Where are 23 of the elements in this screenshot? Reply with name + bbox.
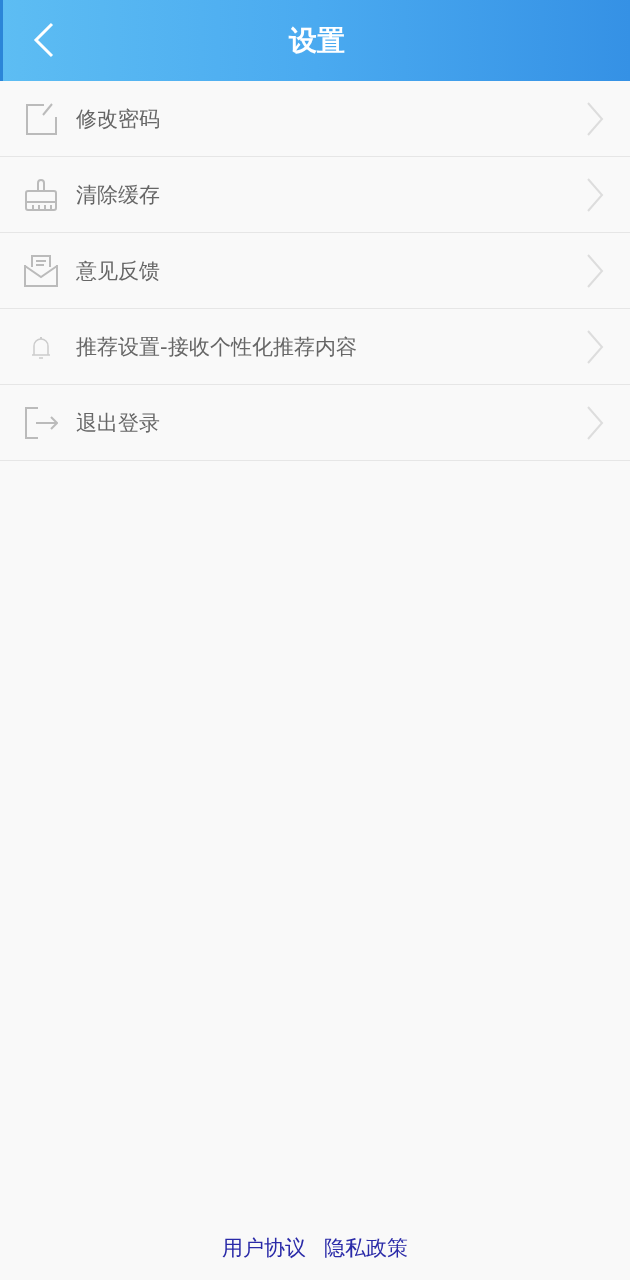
settings-item[interactable]: 推荐设置-接收个性化推荐内容 — [0, 309, 630, 385]
footer-link[interactable]: 隐私政策 — [324, 1234, 408, 1262]
chevron-right-icon — [586, 253, 604, 288]
footer-link[interactable]: 用户协议 — [222, 1234, 306, 1262]
item-label: 修改密码 — [76, 105, 161, 133]
page-title: 设置 — [288, 22, 345, 59]
edit-icon — [24, 101, 58, 136]
settings-item[interactable]: 退出登录 — [0, 385, 630, 461]
item-label: 退出登录 — [76, 409, 161, 437]
chevron-right-icon — [586, 177, 604, 212]
envelope-icon — [24, 253, 58, 288]
item-label: 清除缓存 — [76, 181, 161, 209]
back-icon — [33, 22, 55, 58]
logout-icon — [24, 405, 58, 440]
item-label: 意见反馈 — [76, 257, 161, 285]
item-label: 推荐设置-接收个性化推荐内容 — [76, 333, 358, 361]
chevron-right-icon — [586, 329, 604, 364]
settings-item[interactable]: 意见反馈 — [0, 233, 630, 309]
brush-icon — [24, 177, 58, 212]
settings-item[interactable]: 清除缓存 — [0, 157, 630, 233]
chevron-right-icon — [586, 405, 604, 440]
settings-item[interactable]: 修改密码 — [0, 81, 630, 157]
chevron-right-icon — [586, 101, 604, 136]
